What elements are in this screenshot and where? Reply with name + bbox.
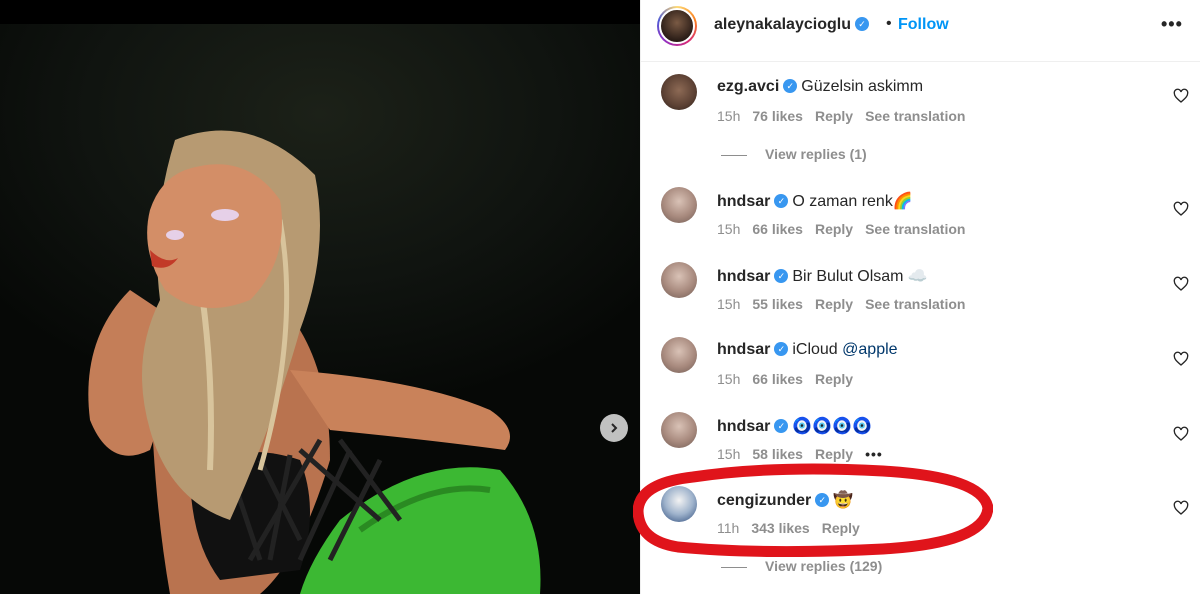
comments-panel: aleynakalaycioglu ✓ • Follow ••• ezg.avci…: [640, 0, 1200, 594]
verified-badge-icon: ✓: [783, 78, 798, 93]
comment-item: ezg.avci ✓ Güzelsin askimm 15h 76 likes Repl…: [641, 74, 1200, 146]
see-translation-button[interactable]: See translation: [865, 296, 965, 312]
comment-meta: 15h 58 likes Reply •••: [717, 446, 895, 462]
commenter-username[interactable]: hndsar: [717, 418, 770, 435]
verified-badge-icon: ✓: [854, 16, 869, 31]
commenter-avatar[interactable]: [661, 486, 697, 522]
author-username[interactable]: aleynakalaycioglu ✓: [714, 16, 869, 34]
comment-item: cengizunder ✓ 🤠 11h 343 likes Reply: [641, 486, 1200, 558]
more-options-button[interactable]: •••: [1161, 14, 1183, 35]
comment-time[interactable]: 15h: [717, 296, 740, 312]
view-replies-button[interactable]: View replies (1): [721, 146, 867, 162]
verified-badge-icon: ✓: [815, 492, 830, 507]
header-separator: •: [886, 15, 892, 32]
comment-meta: 15h 66 likes Reply See translation: [717, 221, 977, 237]
comment-item: hndsar ✓ 🧿🧿🧿🧿 15h 58 likes Reply •••: [641, 412, 1200, 484]
comment-line: ezg.avci ✓ Güzelsin askimm: [717, 78, 923, 96]
comment-line: cengizunder ✓ 🤠: [717, 490, 853, 510]
comment-meta: 15h 66 likes Reply: [717, 371, 865, 387]
comment-line: hndsar ✓ 🧿🧿🧿🧿: [717, 416, 872, 436]
photo-subject-illustration: [88, 130, 541, 594]
comment-item: hndsar ✓ O zaman renk🌈 15h 66 likes Reply See…: [641, 187, 1200, 259]
next-photo-button[interactable]: [600, 414, 628, 442]
view-replies-button[interactable]: View replies (129): [721, 558, 882, 574]
chevron-right-icon: [611, 423, 618, 433]
comment-more-options[interactable]: •••: [865, 446, 883, 462]
comment-text: Güzelsin askimm: [801, 78, 924, 95]
comment-likes[interactable]: 76 likes: [752, 108, 803, 124]
verified-badge-icon: ✓: [774, 341, 789, 356]
reply-button[interactable]: Reply: [815, 221, 853, 237]
comment-likes[interactable]: 343 likes: [751, 520, 809, 536]
reply-button[interactable]: Reply: [815, 296, 853, 312]
reply-button[interactable]: Reply: [815, 371, 853, 387]
reply-button[interactable]: Reply: [815, 446, 853, 462]
comment-likes[interactable]: 55 likes: [752, 296, 803, 312]
follow-button[interactable]: Follow: [898, 16, 949, 34]
verified-badge-icon: ✓: [774, 268, 789, 283]
commenter-avatar[interactable]: [661, 187, 697, 223]
comment-line: hndsar ✓ iCloud @apple: [717, 341, 898, 359]
comment-time[interactable]: 15h: [717, 446, 740, 462]
comment-line: hndsar ✓ O zaman renk🌈: [717, 191, 913, 211]
heart-outline-icon[interactable]: [1173, 201, 1189, 217]
heart-outline-icon[interactable]: [1173, 276, 1189, 292]
commenter-username[interactable]: ezg.avci: [717, 78, 779, 95]
comment-time[interactable]: 11h: [717, 520, 739, 536]
heart-outline-icon[interactable]: [1173, 426, 1189, 442]
commenter-username[interactable]: cengizunder: [717, 492, 811, 509]
reply-button[interactable]: Reply: [822, 520, 860, 536]
comment-line: hndsar ✓ Bir Bulut Olsam ☁️: [717, 266, 928, 286]
commenter-username[interactable]: hndsar: [717, 268, 770, 285]
comment-time[interactable]: 15h: [717, 108, 740, 124]
comment-mention-link[interactable]: @apple: [842, 341, 897, 358]
post-header: aleynakalaycioglu ✓ • Follow •••: [641, 0, 1200, 62]
comment-text: 🤠: [833, 492, 854, 509]
heart-outline-icon[interactable]: [1173, 500, 1189, 516]
commenter-avatar[interactable]: [661, 262, 697, 298]
commenter-username[interactable]: hndsar: [717, 341, 770, 358]
verified-badge-icon: ✓: [774, 418, 789, 433]
comment-meta: 15h 76 likes Reply See translation: [717, 108, 977, 124]
comment-item: hndsar ✓ Bir Bulut Olsam ☁️ 15h 55 likes Rep…: [641, 262, 1200, 334]
comment-text: Bir Bulut Olsam ☁️: [792, 268, 928, 285]
comment-likes[interactable]: 58 likes: [752, 446, 803, 462]
comment-likes[interactable]: 66 likes: [752, 371, 803, 387]
heart-outline-icon[interactable]: [1173, 88, 1189, 104]
comment-item: hndsar ✓ iCloud @apple 15h 66 likes Reply: [641, 337, 1200, 409]
commenter-username[interactable]: hndsar: [717, 193, 770, 210]
see-translation-button[interactable]: See translation: [865, 221, 965, 237]
comment-text: iCloud: [792, 341, 838, 358]
commenter-avatar[interactable]: [661, 74, 697, 110]
heart-outline-icon[interactable]: [1173, 351, 1189, 367]
post-photo: [0, 0, 640, 594]
comment-text: O zaman renk🌈: [792, 193, 913, 210]
comment-time[interactable]: 15h: [717, 221, 740, 237]
comment-meta: 11h 343 likes Reply: [717, 520, 872, 536]
comment-time[interactable]: 15h: [717, 371, 740, 387]
verified-badge-icon: ✓: [774, 193, 789, 208]
reply-button[interactable]: Reply: [815, 108, 853, 124]
comment-text: 🧿🧿🧿🧿: [792, 418, 873, 435]
see-translation-button[interactable]: See translation: [865, 108, 965, 124]
commenter-avatar[interactable]: [661, 412, 697, 448]
author-avatar[interactable]: [657, 6, 697, 46]
comment-likes[interactable]: 66 likes: [752, 221, 803, 237]
commenter-avatar[interactable]: [661, 337, 697, 373]
comment-meta: 15h 55 likes Reply See translation: [717, 296, 977, 312]
